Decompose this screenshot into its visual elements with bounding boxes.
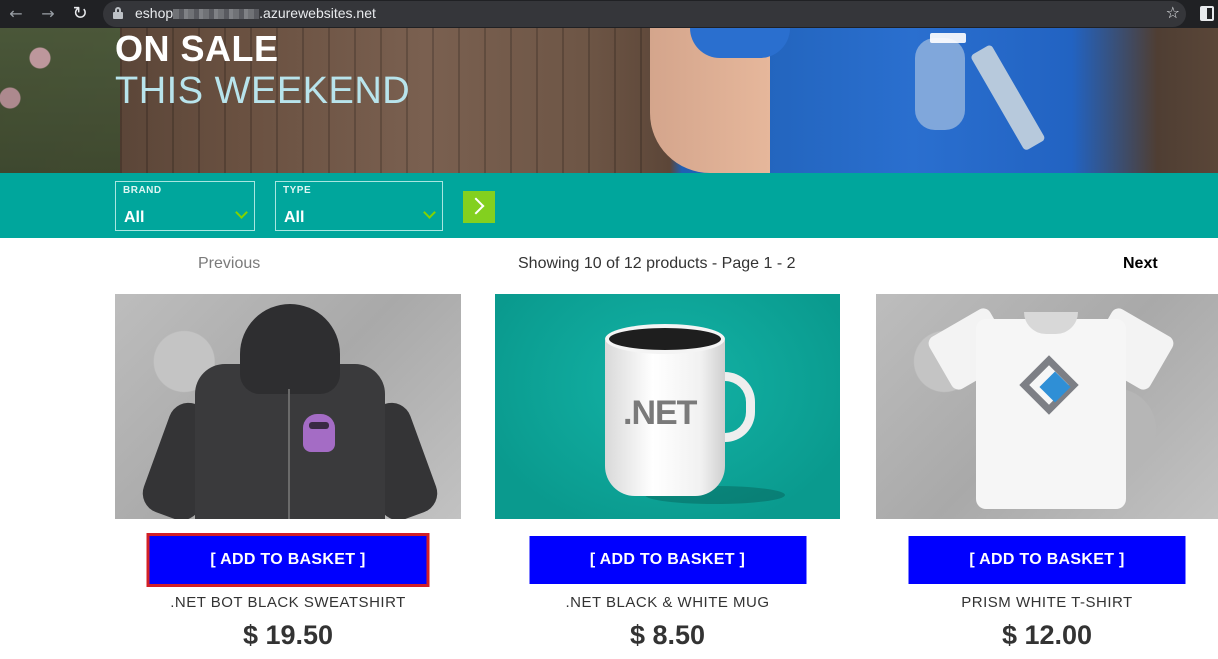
brand-filter-select[interactable]: BRAND All [115, 181, 255, 231]
address-bar[interactable]: eshop .azurewebsites.net ☆ [103, 1, 1186, 27]
reload-icon[interactable]: ↻ [69, 3, 91, 25]
bookmark-star-icon[interactable]: ☆ [1166, 3, 1180, 22]
hoodie-hood [240, 304, 340, 394]
mug-rim [605, 324, 725, 354]
type-filter-select[interactable]: TYPE All [275, 181, 443, 231]
url-text: eshop .azurewebsites.net [135, 5, 376, 21]
dotnet-bot-logo [303, 414, 335, 452]
add-to-basket-button[interactable]: [ ADD TO BASKET ] [146, 533, 430, 587]
hoodie-image[interactable] [115, 294, 461, 519]
back-arrow-icon[interactable]: ← [5, 3, 27, 25]
product-card: [ ADD TO BASKET ] .NET BOT BLACK SWEATSH… [115, 294, 461, 650]
tshirt-body [976, 319, 1126, 509]
hero-banner: ON SALE THIS WEEKEND [0, 28, 1218, 173]
cross-decoration [930, 33, 966, 43]
pager-next-link[interactable]: Next [1123, 255, 1158, 273]
product-name: PRISM WHITE T-SHIRT [961, 594, 1133, 611]
forward-arrow-icon[interactable]: → [37, 3, 59, 25]
apply-filter-button[interactable] [463, 191, 495, 223]
pager-previous-link[interactable]: Previous [198, 255, 260, 273]
side-panel-icon[interactable] [1200, 6, 1214, 21]
blade-decoration [970, 44, 1046, 152]
brand-filter-label: BRAND [123, 185, 162, 196]
url-suffix: .azurewebsites.net [259, 5, 376, 21]
tshirt-image[interactable] [876, 294, 1218, 519]
filter-bar: BRAND All TYPE All [0, 173, 1218, 238]
mug-image[interactable]: .NET [495, 294, 840, 519]
add-to-basket-button[interactable]: [ ADD TO BASKET ] [529, 536, 806, 584]
chevron-right-icon [467, 197, 485, 215]
pager-info: Showing 10 of 12 products - Page 1 - 2 [518, 255, 796, 272]
hero-subtitle: THIS WEEKEND [115, 70, 411, 112]
product-name: .NET BLACK & WHITE MUG [565, 594, 770, 611]
type-filter-label: TYPE [283, 185, 312, 196]
mug-print-text: .NET [623, 394, 697, 432]
product-card: [ ADD TO BASKET ] PRISM WHITE T-SHIRT $ … [876, 294, 1218, 650]
type-filter-value: All [284, 209, 305, 226]
hero-title: ON SALE [115, 28, 279, 69]
brand-filter-value: All [124, 209, 145, 226]
chevron-down-icon [423, 206, 436, 219]
lock-icon [113, 7, 123, 19]
product-price: $ 12.00 [1001, 620, 1093, 650]
browser-toolbar: ← → ↻ eshop .azurewebsites.net ☆ [0, 0, 1218, 28]
foliage-decoration [0, 28, 120, 173]
product-price: $ 8.50 [629, 620, 706, 650]
product-price: $ 19.50 [242, 620, 334, 650]
chevron-down-icon [235, 206, 248, 219]
knife-decoration [915, 38, 965, 130]
url-prefix: eshop [135, 5, 174, 21]
hoodie-zipper [288, 389, 290, 519]
product-name: .NET BOT BLACK SWEATSHIRT [170, 594, 406, 611]
redacted-url-segment [173, 9, 260, 20]
sleeve-decoration [690, 28, 790, 58]
add-to-basket-button[interactable]: [ ADD TO BASKET ] [908, 536, 1186, 584]
product-card: .NET [ ADD TO BASKET ] .NET BLACK & WHIT… [495, 294, 840, 650]
